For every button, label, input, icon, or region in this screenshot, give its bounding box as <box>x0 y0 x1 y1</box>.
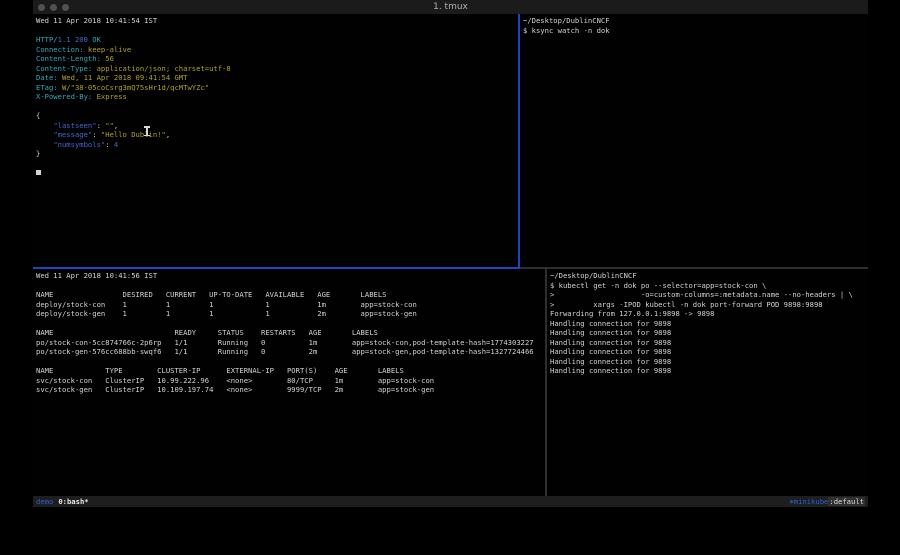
terminal-line: { <box>36 111 521 121</box>
pane-port-forward[interactable]: ~/Desktop/DublinCNCF$ kubectl get -n dok… <box>547 269 868 496</box>
terminal-line: Handling connection for 9898 <box>550 366 868 376</box>
terminal-line: HTTP/1.1 200 OK <box>36 35 521 45</box>
terminal-line: "lastseen": "", <box>36 121 521 131</box>
terminal-line: "message": "Hello Dublin!", <box>36 130 521 140</box>
terminal-window: 1. tmux Wed 11 Apr 2018 10:41:54 IST HTT… <box>33 0 868 507</box>
terminal-line: X-Powered-By: Express <box>36 92 521 102</box>
pane-ksync-watch[interactable]: ~/Desktop/DublinCNCF$ ksync watch -n dok <box>520 14 868 269</box>
terminal-line <box>36 357 548 367</box>
terminal-line: Wed 11 Apr 2018 10:41:54 IST <box>36 16 521 26</box>
terminal-line: Handling connection for 9898 <box>550 357 868 367</box>
pane-kubectl-resources[interactable]: Wed 11 Apr 2018 10:41:56 IST NAME DESIRE… <box>33 269 548 496</box>
terminal-line: Handling connection for 9898 <box>550 347 868 357</box>
terminal-line: Handling connection for 9898 <box>550 338 868 348</box>
desktop: 1. tmux Wed 11 Apr 2018 10:41:54 IST HTT… <box>0 0 900 555</box>
terminal-line: "numsymbols": 4 <box>36 140 521 150</box>
terminal-line: NAME DESIRED CURRENT UP-TO-DATE AVAILABL… <box>36 290 548 300</box>
terminal-line: NAME TYPE CLUSTER-IP EXTERNAL-IP PORT(S)… <box>36 366 548 376</box>
terminal-line: NAME READY STATUS RESTARTS AGE LABELS <box>36 328 548 338</box>
tmux-status-bar: demo 0:bash* ⎈ minikube :default <box>33 496 868 507</box>
terminal-line: deploy/stock-gen 1 1 1 1 2m app=stock-ge… <box>36 309 548 319</box>
window-tab-bash[interactable]: 0:bash* <box>58 497 88 506</box>
terminal-line: ~/Desktop/DublinCNCF <box>523 16 868 26</box>
terminal-line <box>36 319 548 329</box>
terminal-line <box>36 26 521 36</box>
terminal-line: Connection: keep-alive <box>36 45 521 55</box>
terminal-line: ETag: W/"38-05coCsrg3mQ75sHr1d/qcMTwYZc" <box>36 83 521 93</box>
terminal-line: Handling connection for 9898 <box>550 319 868 329</box>
terminal-line <box>36 159 521 169</box>
mouse-cursor <box>143 126 150 136</box>
terminal-line <box>36 168 521 178</box>
terminal-line: $ ksync watch -n dok <box>523 26 868 36</box>
status-right: ⎈ minikube :default <box>789 497 865 506</box>
terminal-line: $ kubectl get -n dok po --selector=app=s… <box>550 281 868 291</box>
kube-namespace: :default <box>828 497 865 506</box>
terminal-line: Content-Length: 56 <box>36 54 521 64</box>
window-title: 1. tmux <box>33 0 868 14</box>
terminal-line: Content-Type: application/json; charset=… <box>36 64 521 74</box>
terminal-line: > xargs -IPOD kubectl -n dok port-forwar… <box>550 300 868 310</box>
terminal-line: deploy/stock-con 1 1 1 1 1m app=stock-co… <box>36 300 548 310</box>
terminal-line: svc/stock-gen ClusterIP 10.109.197.74 <n… <box>36 385 548 395</box>
terminal-line <box>36 281 548 291</box>
terminal-line <box>36 102 521 112</box>
terminal-line: svc/stock-con ClusterIP 10.99.222.96 <no… <box>36 376 548 386</box>
terminal-line: > -o=custom-columns=:metadata.name --no-… <box>550 290 868 300</box>
terminal-line: Date: Wed, 11 Apr 2018 09:41:54 GMT <box>36 73 521 83</box>
terminal-line: ~/Desktop/DublinCNCF <box>550 271 868 281</box>
titlebar[interactable]: 1. tmux <box>33 0 868 15</box>
terminal-line: Forwarding from 127.0.0.1:9898 -> 9898 <box>550 309 868 319</box>
terminal-line: Wed 11 Apr 2018 10:41:56 IST <box>36 271 548 281</box>
kube-context: minikube <box>794 497 829 506</box>
terminal-line: po/stock-con-5cc874766c-2p6rp 1/1 Runnin… <box>36 338 548 348</box>
pane-http-response[interactable]: Wed 11 Apr 2018 10:41:54 IST HTTP/1.1 20… <box>33 14 521 269</box>
tmux-panes: Wed 11 Apr 2018 10:41:54 IST HTTP/1.1 20… <box>33 14 868 496</box>
terminal-line: po/stock-gen-576cc688bb-swqf6 1/1 Runnin… <box>36 347 548 357</box>
terminal-line: } <box>36 149 521 159</box>
terminal-line: Handling connection for 9898 <box>550 328 868 338</box>
session-name: demo <box>36 497 53 506</box>
